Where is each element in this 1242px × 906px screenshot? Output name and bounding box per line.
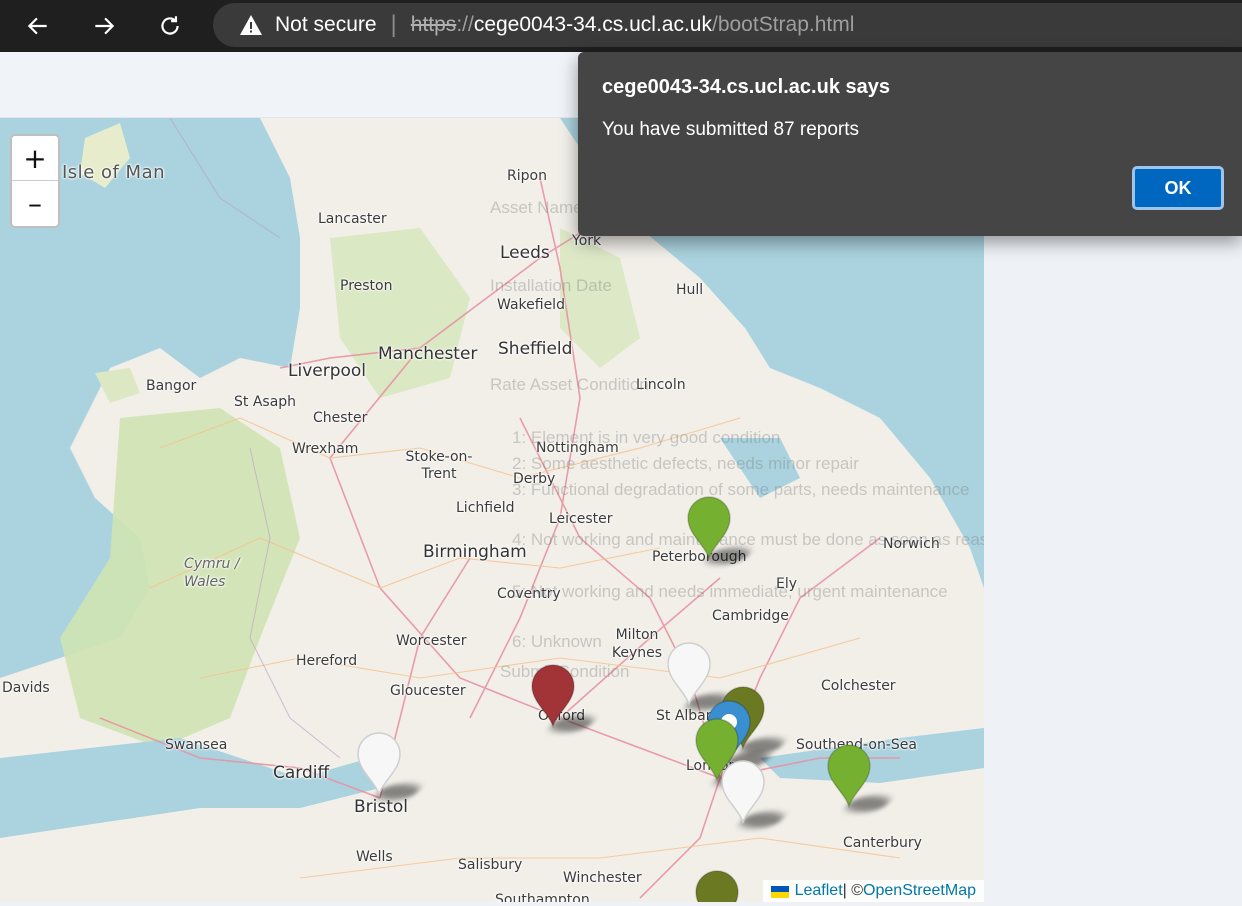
place-label: Sheffield [498,339,573,359]
map-marker-red[interactable] [530,664,576,729]
place-label: Cambridge [712,608,789,624]
refresh-button[interactable] [150,6,190,46]
dialog-title: cege0043-34.cs.ucl.ac.uk says [602,76,890,98]
place-label: Lichfield [456,500,515,516]
map-marker-olive[interactable] [694,870,740,902]
ghost-form-label: Installation Date [490,276,612,295]
place-label: Salisbury [458,857,523,873]
openstreetmap-link[interactable]: OpenStreetMap [863,882,976,900]
place-label: Milton Keynes [611,627,663,661]
place-label: Davids [2,680,50,696]
ghost-form-label: 1: Element is in very good condition [512,428,781,447]
browser-toolbar: Not secure | https://cege0043-34.cs.ucl.… [0,0,1242,52]
place-label: Preston [340,278,393,294]
place-label: Wakefield [497,297,565,313]
url-scheme-separator: :// [456,13,474,36]
forward-button[interactable] [84,6,124,46]
address-bar[interactable]: Not secure | https://cege0043-34.cs.ucl.… [213,3,1242,47]
zoom-control: + – [10,134,60,228]
place-label: Colchester [821,678,896,694]
place-label: Gloucester [390,683,466,699]
place-label: Leicester [549,511,613,527]
leaflet-link[interactable]: Leaflet [795,882,843,900]
address-separator: | [390,11,397,38]
ghost-form-label: 6: Unknown [512,632,602,651]
place-label: Southampton [495,892,590,902]
place-label: Isle of Man [62,162,166,183]
url-protocol: https [410,13,457,36]
place-label: Leeds [500,243,550,263]
map-attribution: Leaflet | © OpenStreetMap [762,880,984,902]
back-button[interactable] [18,6,58,46]
map-marker-green[interactable] [826,744,872,809]
ghost-form-label: Rate Asset Condition [490,375,649,394]
place-label: Winchester [563,870,642,886]
arrow-right-icon [95,17,115,35]
ghost-form-label: 3: Functional degradation of some parts,… [512,480,970,499]
place-label: Cardiff [273,763,330,783]
ghost-form-label: 2: Some aesthetic defects, needs minor r… [512,454,859,473]
security-label[interactable]: Not secure [275,13,377,37]
ghost-form-label: Asset Name [490,198,583,217]
place-label: Canterbury [843,835,922,851]
place-label: Hull [676,282,704,298]
map-marker-white[interactable] [666,642,712,707]
place-label: Swansea [165,737,228,753]
place-label: Lancaster [318,211,387,227]
arrow-left-icon [27,17,47,35]
ukraine-flag-icon [770,885,789,898]
map-marker-white[interactable] [356,732,402,797]
url-host: cege0043-34.cs.ucl.ac.uk [473,13,712,36]
place-label: Worcester [396,633,467,649]
place-label: Chester [313,410,368,426]
dialog-message: You have submitted 87 reports [602,119,860,140]
refresh-icon [161,16,179,35]
ok-button[interactable]: OK [1132,166,1224,210]
map-marker-green[interactable] [686,496,732,561]
warning-icon [240,15,262,35]
place-label: Cymru / Wales [184,556,240,590]
url-path: /bootStrap.html [711,13,855,36]
ghost-form-label: 5: Not working and needs immediate, urge… [512,582,948,601]
place-label: Hereford [296,653,358,669]
place-label: Ripon [507,168,547,184]
zoom-in-button[interactable]: + [12,136,58,181]
place-label: Liverpool [288,361,367,381]
ghost-form-label: 4: Not working and maintenance must be d… [512,530,984,549]
place-label: Stoke-on-Trent [405,449,473,482]
place-label: Bristol [354,797,409,817]
zoom-out-button[interactable]: – [12,181,58,226]
place-label: Bangor [146,378,197,394]
place-label: Manchester [378,344,478,364]
place-label: Wrexham [292,441,359,457]
place-label: St Asaph [234,394,297,410]
alert-dialog: cege0043-34.cs.ucl.ac.uk says You have s… [578,52,1242,236]
map-marker-white[interactable] [720,760,766,825]
place-label: Wells [356,849,393,865]
attribution-separator: | © [842,882,864,899]
